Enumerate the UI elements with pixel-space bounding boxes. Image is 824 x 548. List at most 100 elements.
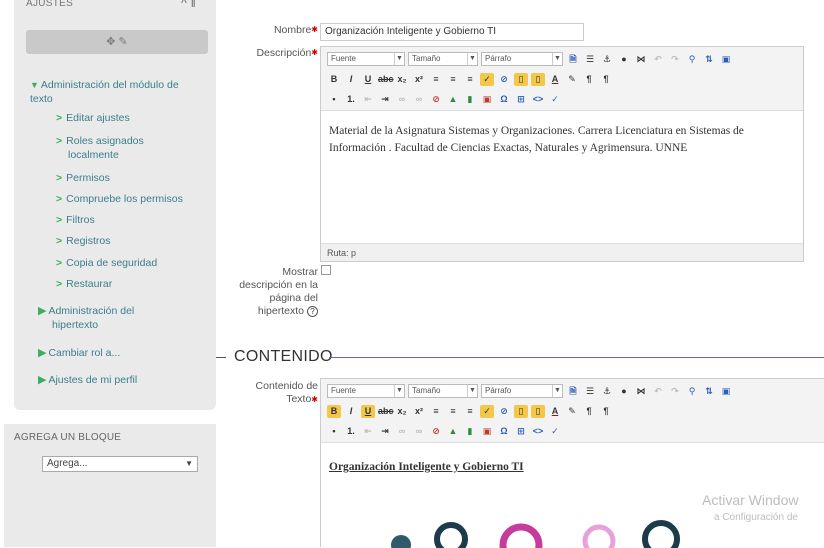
- paste-text-icon[interactable]: ▯: [514, 404, 528, 418]
- spellcheck-icon[interactable]: ✓: [480, 72, 494, 86]
- new-document-icon[interactable]: 🗎: [566, 53, 580, 66]
- add-block-select[interactable]: Agrega... ▼: [42, 456, 198, 472]
- nav-editar-ajustes[interactable]: > Editar ajustes: [56, 111, 130, 125]
- align-right-icon[interactable]: ≡: [463, 73, 477, 86]
- strikethrough-icon[interactable]: abc: [378, 73, 394, 86]
- table-icon[interactable]: ⊞: [514, 93, 528, 106]
- indent-icon[interactable]: ⇥: [378, 93, 392, 106]
- strikethrough-icon[interactable]: abc: [378, 405, 394, 418]
- unlink-icon[interactable]: ∞: [412, 425, 426, 438]
- paste-word-icon[interactable]: ▯: [531, 72, 545, 86]
- spellcheck-icon[interactable]: ✓: [480, 404, 494, 418]
- size-select[interactable]: Tamaño ▼: [408, 384, 478, 398]
- html-icon[interactable]: <>: [531, 425, 545, 438]
- nav-hypertext-admin[interactable]: ▶ Administración del hipertexto: [38, 304, 178, 332]
- background-color-icon[interactable]: ✎: [565, 73, 579, 86]
- nav-module-admin[interactable]: ▼ Administración del módulo de texto: [30, 78, 200, 106]
- align-center-icon[interactable]: ≡: [446, 405, 460, 418]
- nav-registros[interactable]: > Registros: [56, 234, 111, 248]
- rtl-icon[interactable]: ¶: [599, 405, 613, 418]
- moodle-media-icon[interactable]: ▣: [480, 425, 494, 438]
- image-icon[interactable]: ▲: [446, 425, 460, 438]
- size-select[interactable]: Tamaño ▼: [408, 52, 478, 66]
- bullet-list-icon[interactable]: •: [327, 425, 341, 438]
- align-left-icon[interactable]: ≡: [429, 73, 443, 86]
- help-icon[interactable]: ?: [307, 306, 318, 317]
- nav-profile-settings[interactable]: ▶ Ajustes de mi perfil: [38, 373, 137, 387]
- text-color-icon[interactable]: A: [548, 405, 562, 418]
- mostrar-descripcion-checkbox[interactable]: [321, 265, 331, 275]
- paragraph-select[interactable]: Párrafo ▼: [481, 384, 563, 398]
- nolink-icon[interactable]: ⊘: [429, 93, 443, 106]
- outdent-icon[interactable]: ⇤: [361, 425, 375, 438]
- unlink-icon[interactable]: ∞: [412, 93, 426, 106]
- fullscreen-icon[interactable]: ▣: [719, 53, 733, 66]
- align-center-icon[interactable]: ≡: [446, 73, 460, 86]
- font-select[interactable]: Fuente ▼: [327, 384, 405, 398]
- superscript-icon[interactable]: x²: [412, 405, 426, 418]
- redo-icon[interactable]: ↷: [668, 385, 682, 398]
- underline-icon[interactable]: U: [361, 404, 375, 418]
- html-icon[interactable]: <>: [531, 93, 545, 106]
- page-break-icon[interactable]: ⋈: [634, 53, 648, 66]
- align-left-icon[interactable]: ≡: [429, 405, 443, 418]
- media-icon[interactable]: ▮: [463, 425, 477, 438]
- bullet-list-icon[interactable]: •: [327, 93, 341, 106]
- image-icon[interactable]: ▲: [446, 93, 460, 106]
- comment-icon[interactable]: ●: [617, 53, 631, 66]
- moodle-media-icon[interactable]: ▣: [480, 93, 494, 106]
- block-edit-bar[interactable]: ✥ ✎: [26, 30, 208, 54]
- nav-permisos[interactable]: > Permisos: [56, 171, 110, 185]
- bold-icon[interactable]: B: [327, 404, 341, 418]
- paste-word-icon[interactable]: ▯: [531, 404, 545, 418]
- clear-format-icon[interactable]: ⊘: [497, 405, 511, 418]
- paragraph-select[interactable]: Párrafo ▼: [481, 52, 563, 66]
- link-icon[interactable]: ∞: [395, 93, 409, 106]
- comment-icon[interactable]: ●: [617, 385, 631, 398]
- find-icon[interactable]: ⚲: [685, 53, 699, 66]
- replace-icon[interactable]: ⇅: [702, 53, 716, 66]
- nav-restaurar[interactable]: > Restaurar: [56, 277, 112, 291]
- replace-icon[interactable]: ⇅: [702, 385, 716, 398]
- ltr-icon[interactable]: ¶: [582, 73, 596, 86]
- nav-copia-seguridad[interactable]: > Copia de seguridad: [56, 256, 157, 270]
- undo-icon[interactable]: ↶: [651, 385, 665, 398]
- new-document-icon[interactable]: 🗎: [566, 385, 580, 398]
- clear-format-icon[interactable]: ⊘: [497, 73, 511, 86]
- indent-icon[interactable]: ⇥: [378, 425, 392, 438]
- italic-icon[interactable]: I: [344, 405, 358, 418]
- block-collapse-icon[interactable]: ^ ‖: [181, 0, 196, 10]
- ltr-icon[interactable]: ¶: [582, 405, 596, 418]
- anchor-icon[interactable]: ⚓: [600, 53, 614, 66]
- contenido-section-header[interactable]: CONTENIDO: [216, 346, 824, 370]
- table-icon[interactable]: ⊞: [514, 425, 528, 438]
- align-block-icon[interactable]: ☰: [583, 53, 597, 66]
- nav-switch-role[interactable]: ▶ Cambiar rol a...: [38, 346, 120, 360]
- bold-icon[interactable]: B: [327, 73, 341, 86]
- link-icon[interactable]: ∞: [395, 425, 409, 438]
- rtl-icon[interactable]: ¶: [599, 73, 613, 86]
- undo-icon[interactable]: ↶: [651, 53, 665, 66]
- subscript-icon[interactable]: x₂: [395, 405, 409, 418]
- media-icon[interactable]: ▮: [463, 93, 477, 106]
- font-select[interactable]: Fuente ▼: [327, 52, 405, 66]
- spellcheck-dropdown-icon[interactable]: ✓: [548, 93, 562, 106]
- fullscreen-icon[interactable]: ▣: [719, 385, 733, 398]
- align-block-icon[interactable]: ☰: [583, 385, 597, 398]
- nolink-icon[interactable]: ⊘: [429, 425, 443, 438]
- special-char-icon[interactable]: Ω: [497, 93, 511, 106]
- italic-icon[interactable]: I: [344, 73, 358, 86]
- page-break-icon[interactable]: ⋈: [634, 385, 648, 398]
- anchor-icon[interactable]: ⚓: [600, 385, 614, 398]
- paste-text-icon[interactable]: ▯: [514, 72, 528, 86]
- nav-filtros[interactable]: > Filtros: [56, 213, 95, 227]
- background-color-icon[interactable]: ✎: [565, 405, 579, 418]
- contenido-content[interactable]: Organización Inteligente y Gobierno TI: [329, 459, 816, 476]
- subscript-icon[interactable]: x₂: [395, 73, 409, 86]
- special-char-icon[interactable]: Ω: [497, 425, 511, 438]
- spellcheck-dropdown-icon[interactable]: ✓: [548, 425, 562, 438]
- numbered-list-icon[interactable]: 1.: [344, 93, 358, 106]
- find-icon[interactable]: ⚲: [685, 385, 699, 398]
- redo-icon[interactable]: ↷: [668, 53, 682, 66]
- numbered-list-icon[interactable]: 1.: [344, 425, 358, 438]
